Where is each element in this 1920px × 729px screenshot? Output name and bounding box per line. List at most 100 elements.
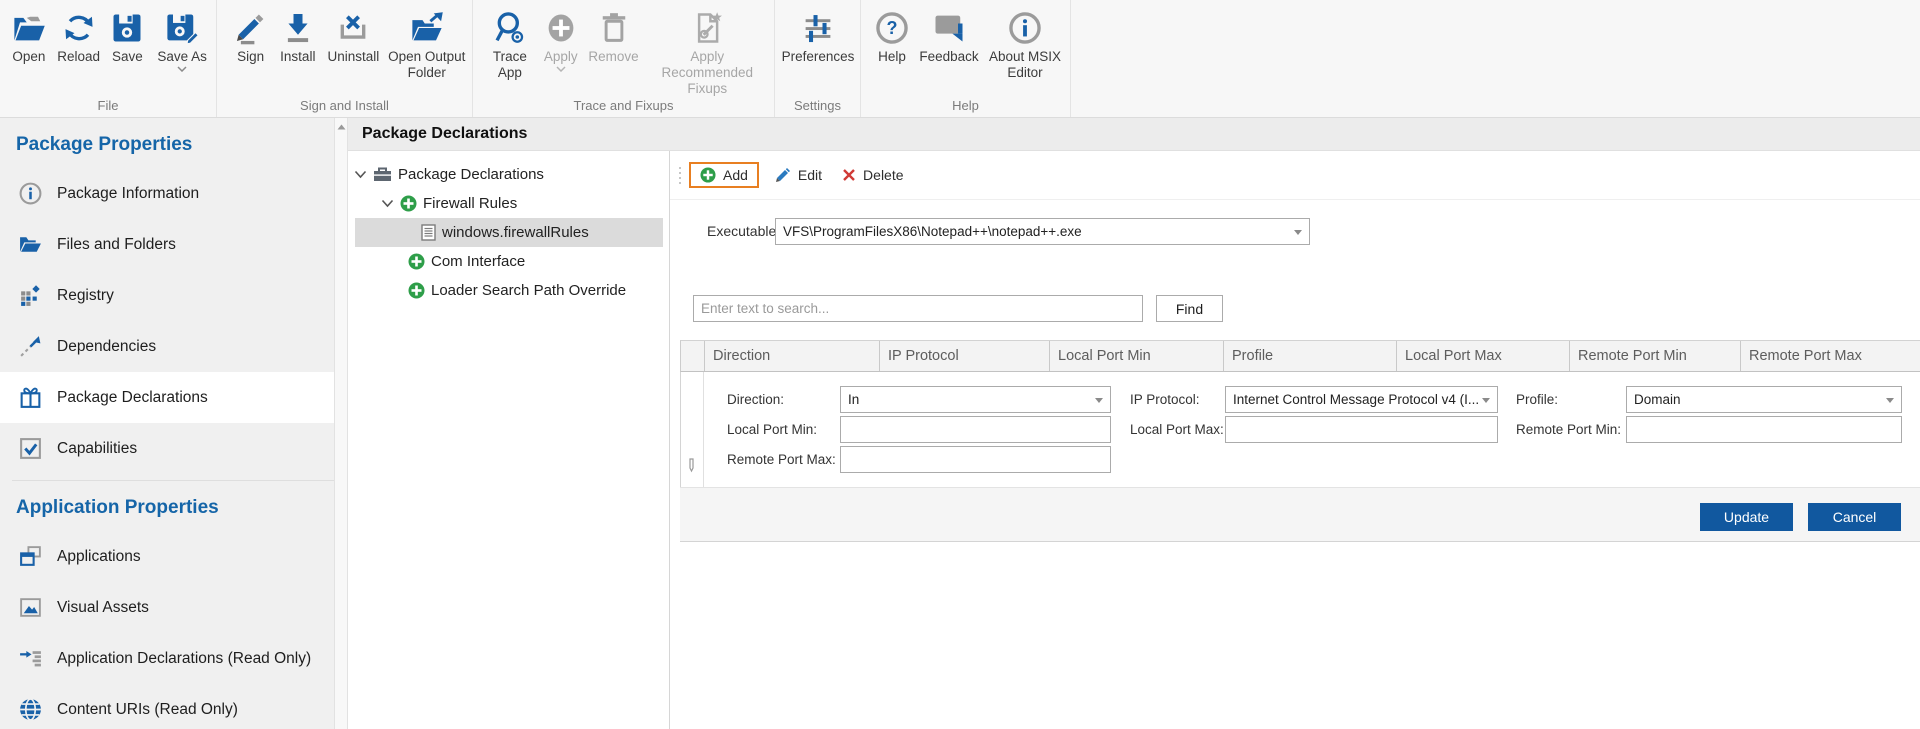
column-header-remote-port-min[interactable]: Remote Port Min xyxy=(1570,341,1741,371)
ribbon-group-label-settings: Settings xyxy=(775,98,860,117)
direction-field-label: Direction: xyxy=(727,386,784,413)
feedback-button[interactable]: Feedback xyxy=(915,7,983,65)
trace-app-button[interactable]: Trace App xyxy=(483,7,537,81)
sidebar-item-applications[interactable]: Applications xyxy=(0,531,334,582)
apply-recommended-fixups-button[interactable]: Apply Recommended Fixups xyxy=(642,7,772,97)
ribbon-group-file: Open Reload Save Save As xyxy=(0,0,217,117)
dropdown-arrow-icon xyxy=(1886,398,1894,403)
apply-button[interactable]: Apply xyxy=(537,7,585,72)
update-button[interactable]: Update xyxy=(1700,503,1793,531)
executable-label: Executable xyxy=(707,218,776,245)
ribbon-group-trace-fixups: Trace App Apply Remove xyxy=(473,0,775,117)
folder-icon xyxy=(18,232,43,257)
open-output-folder-button[interactable]: Open Output Folder xyxy=(384,7,471,81)
reload-button[interactable]: Reload xyxy=(53,7,105,65)
column-header-remote-port-max[interactable]: Remote Port Max xyxy=(1741,341,1920,371)
sidebar-scrollbar[interactable] xyxy=(334,118,348,729)
direction-select[interactable]: In xyxy=(840,386,1111,413)
open-button[interactable]: Open xyxy=(5,7,53,65)
uninstall-label: Uninstall xyxy=(327,49,379,65)
fixups-icon xyxy=(689,7,725,49)
sidebar: Package Properties Package Information F… xyxy=(0,118,334,729)
sidebar-item-package-information[interactable]: Package Information xyxy=(0,168,334,219)
tree-item-label: Com Interface xyxy=(431,253,525,270)
uninstall-button[interactable]: Uninstall xyxy=(323,7,383,65)
chevron-down-icon[interactable] xyxy=(354,170,367,179)
remove-button[interactable]: Remove xyxy=(585,7,643,65)
sidebar-item-application-declarations[interactable]: Application Declarations (Read Only) xyxy=(0,633,334,684)
plus-circle-icon xyxy=(400,195,417,212)
uninstall-icon xyxy=(335,7,371,49)
checkbox-icon xyxy=(18,436,43,461)
profile-select[interactable]: Domain xyxy=(1626,386,1902,413)
sidebar-item-content-uris[interactable]: Content URIs (Read Only) xyxy=(0,684,334,729)
edit-row-footer: Update Cancel xyxy=(680,487,1920,542)
sidebar-item-visual-assets[interactable]: Visual Assets xyxy=(0,582,334,633)
sidebar-item-files-and-folders[interactable]: Files and Folders xyxy=(0,219,334,270)
svg-text:?: ? xyxy=(887,18,898,38)
sidebar-item-capabilities[interactable]: Capabilities xyxy=(0,423,334,474)
plus-circle-icon xyxy=(408,253,425,270)
save-as-dropdown-chevron[interactable] xyxy=(177,66,187,72)
sign-label: Sign xyxy=(237,49,264,65)
sidebar-item-label: Capabilities xyxy=(57,440,137,458)
toolbox-icon xyxy=(373,166,392,183)
tree-item-label: Loader Search Path Override xyxy=(431,282,626,299)
install-button[interactable]: Install xyxy=(272,7,323,65)
search-input[interactable] xyxy=(693,295,1143,322)
tree-item-package-declarations[interactable]: Package Declarations xyxy=(348,160,669,189)
reload-icon xyxy=(61,7,97,49)
help-label: Help xyxy=(878,49,906,65)
delete-button-label: Delete xyxy=(863,167,903,183)
sign-button[interactable]: Sign xyxy=(229,7,272,65)
save-button[interactable]: Save xyxy=(105,7,151,65)
reload-label: Reload xyxy=(57,49,100,65)
toolbar-gripper[interactable] xyxy=(679,167,681,184)
dropdown-arrow-icon xyxy=(1095,398,1103,403)
sidebar-item-label: Application Declarations (Read Only) xyxy=(57,650,311,668)
scrollbar-up-arrow-icon[interactable] xyxy=(335,118,347,135)
remote-port-min-input[interactable] xyxy=(1626,416,1902,443)
save-icon xyxy=(109,7,145,49)
delete-button[interactable]: Delete xyxy=(832,162,913,188)
applications-icon xyxy=(18,544,43,569)
chevron-down-icon[interactable] xyxy=(381,199,394,208)
sidebar-item-label: Visual Assets xyxy=(57,599,149,617)
ip-protocol-select[interactable]: Internet Control Message Protocol v4 (I.… xyxy=(1225,386,1498,413)
sidebar-item-package-declarations[interactable]: Package Declarations xyxy=(0,372,334,423)
help-button[interactable]: ? Help xyxy=(869,7,915,65)
tree-item-firewall-rules[interactable]: Firewall Rules xyxy=(348,189,669,218)
column-header-local-port-max[interactable]: Local Port Max xyxy=(1397,341,1570,371)
sidebar-item-registry[interactable]: Registry xyxy=(0,270,334,321)
tree-item-com-interface[interactable]: Com Interface xyxy=(348,247,669,276)
trace-app-label: Trace App xyxy=(485,49,535,81)
local-port-min-input[interactable] xyxy=(840,416,1111,443)
save-as-button[interactable]: Save As xyxy=(150,7,214,72)
pencil-icon xyxy=(687,458,696,473)
column-header-profile[interactable]: Profile xyxy=(1224,341,1397,371)
executable-select[interactable]: VFS\ProgramFilesX86\Notepad++\notepad++.… xyxy=(775,218,1310,245)
tree-item-windows-firewallrules[interactable]: windows.firewallRules xyxy=(355,218,663,247)
page-title: Package Declarations xyxy=(348,118,1920,151)
cancel-button[interactable]: Cancel xyxy=(1808,503,1901,531)
about-msix-editor-button[interactable]: About MSIX Editor xyxy=(983,7,1067,81)
remove-label: Remove xyxy=(588,49,638,65)
remote-port-max-input[interactable] xyxy=(840,446,1111,473)
find-button[interactable]: Find xyxy=(1156,295,1223,322)
tree-item-loader-search-path-override[interactable]: Loader Search Path Override xyxy=(348,276,669,305)
trace-app-icon xyxy=(492,7,528,49)
sidebar-item-dependencies[interactable]: Dependencies xyxy=(0,321,334,372)
preferences-button[interactable]: Preferences xyxy=(778,7,858,65)
tree-item-label: windows.firewallRules xyxy=(442,224,589,241)
local-port-max-input[interactable] xyxy=(1225,416,1498,443)
add-button[interactable]: Add xyxy=(689,162,759,188)
sidebar-item-label: Registry xyxy=(57,287,114,305)
column-header-direction[interactable]: Direction xyxy=(705,341,880,371)
save-as-label: Save As xyxy=(157,49,207,65)
plus-circle-icon xyxy=(700,167,716,183)
column-header-local-port-min[interactable]: Local Port Min xyxy=(1050,341,1224,371)
edit-button[interactable]: Edit xyxy=(765,162,832,188)
column-header-ip-protocol[interactable]: IP Protocol xyxy=(880,341,1050,371)
ribbon-group-help: ? Help Feedback About MSIX Editor Help xyxy=(861,0,1071,117)
apply-dropdown-chevron[interactable] xyxy=(556,66,566,72)
